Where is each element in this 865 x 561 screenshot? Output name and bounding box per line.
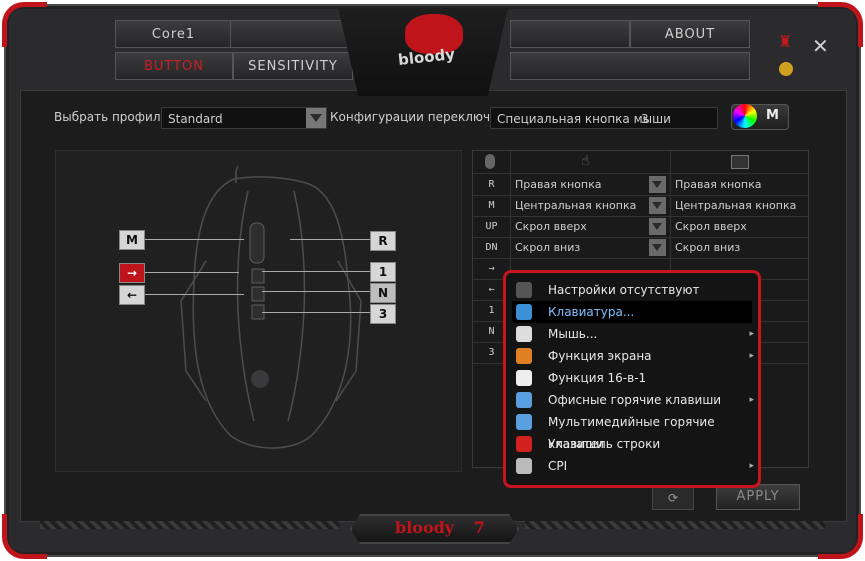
monitor-icon bbox=[731, 155, 749, 169]
joystick-icon[interactable]: ♜ bbox=[778, 32, 792, 51]
key-1[interactable]: 1 bbox=[370, 262, 396, 282]
hand-pointer-icon: ☝ bbox=[581, 153, 590, 169]
menu-item-label: Функция 16-в-1 bbox=[548, 371, 647, 385]
key-m[interactable]: M bbox=[119, 230, 145, 250]
tab-empty bbox=[230, 20, 355, 48]
bulb-icon[interactable] bbox=[779, 62, 793, 76]
switch-config-field: Специальная кнопка мыши 3 bbox=[490, 107, 718, 129]
profile-select[interactable]: Standard bbox=[161, 107, 327, 129]
tab-about[interactable]: About bbox=[630, 20, 750, 48]
table-row[interactable]: M Центральная кнопка Центральная кнопка bbox=[473, 195, 808, 217]
table-row[interactable]: DN Скрол вниз Скрол вниз bbox=[473, 237, 808, 259]
mouse-outline-icon bbox=[180, 165, 362, 449]
tab-button[interactable]: Button bbox=[115, 52, 233, 80]
table-row[interactable]: R Правая кнопка Правая кнопка bbox=[473, 174, 808, 196]
mouse-icon bbox=[516, 326, 532, 342]
multimedia-icon bbox=[516, 414, 532, 430]
leader-line bbox=[290, 239, 370, 240]
leader-line bbox=[144, 294, 244, 295]
menu-item[interactable]: Функция экрана ▸ bbox=[512, 345, 754, 367]
button-code: M bbox=[488, 200, 495, 211]
button-code: DN bbox=[485, 242, 498, 253]
menu-item-label: Настройки отсутствуют bbox=[548, 283, 700, 297]
office-icon bbox=[516, 392, 532, 408]
menu-item-label: Офисные горячие клавиши bbox=[548, 393, 722, 407]
chevron-right-icon: ▸ bbox=[749, 351, 754, 361]
profile-label: Выбрать профиль: bbox=[54, 110, 172, 124]
screen-icon bbox=[516, 348, 532, 364]
chevron-right-icon: ▸ bbox=[749, 395, 754, 405]
hazard-stripe bbox=[40, 521, 340, 529]
chevron-down-icon[interactable] bbox=[649, 197, 666, 214]
mouse-diagram bbox=[55, 150, 462, 472]
leader-line bbox=[144, 272, 239, 273]
assigned-function: Скрол вверх bbox=[515, 220, 587, 233]
tab-core1[interactable]: Core1 bbox=[115, 20, 232, 48]
table-row[interactable]: UP Скрол вверх Скрол вверх bbox=[473, 216, 808, 238]
assigned-function: Скрол вниз bbox=[515, 241, 581, 254]
hand-icon bbox=[516, 370, 532, 386]
context-menu: Настройки отсутствуют Клавиатура... Мышь..… bbox=[503, 270, 761, 488]
menu-item[interactable]: Настройки отсутствуют bbox=[512, 279, 752, 301]
hazard-stripe bbox=[525, 521, 825, 529]
close-icon[interactable]: ✕ bbox=[812, 34, 829, 58]
key-3[interactable]: 3 bbox=[370, 304, 396, 324]
button-code: R bbox=[488, 179, 495, 190]
chevron-down-icon[interactable] bbox=[306, 108, 326, 128]
menu-item[interactable]: CPI ▸ bbox=[512, 455, 754, 477]
tab-empty-right bbox=[510, 20, 630, 48]
menu-item-label: Функция экрана bbox=[548, 349, 652, 363]
color-mode-button[interactable]: M bbox=[731, 104, 789, 130]
assigned-function-alt: Центральная кнопка bbox=[675, 199, 797, 212]
menu-item-label: CPI bbox=[548, 459, 568, 473]
bottom-logo: bloody 7 bbox=[395, 518, 485, 537]
key-forward[interactable]: → bbox=[119, 263, 145, 283]
menu-item-label: Указатель строки bbox=[548, 437, 661, 451]
leader-line bbox=[262, 271, 370, 272]
assigned-function-alt: Правая кнопка bbox=[675, 178, 762, 191]
key-back[interactable]: ← bbox=[119, 285, 145, 305]
tab-empty-right-lower bbox=[510, 52, 750, 80]
chevron-down-icon[interactable] bbox=[649, 218, 666, 235]
none-icon bbox=[516, 282, 532, 298]
assigned-function-alt: Скрол вверх bbox=[675, 220, 747, 233]
pen-icon bbox=[516, 436, 532, 452]
key-r[interactable]: R bbox=[370, 231, 396, 251]
runner-icon bbox=[516, 458, 532, 474]
m-button-label: M bbox=[766, 108, 779, 123]
refresh-button[interactable]: ⟳ bbox=[652, 486, 694, 510]
table-header: ☝ bbox=[473, 151, 808, 467]
assigned-function: Центральная кнопка bbox=[515, 199, 637, 212]
menu-item-label: Клавиатура... bbox=[548, 305, 635, 319]
mouse-icon bbox=[485, 154, 495, 169]
assigned-function: Правая кнопка bbox=[515, 178, 602, 191]
menu-item[interactable]: Мышь... ▸ bbox=[512, 323, 754, 345]
menu-item[interactable]: Функция 16-в-1 bbox=[512, 367, 752, 389]
chevron-down-icon[interactable] bbox=[649, 239, 666, 256]
tab-sensitivity[interactable]: Sensitivity bbox=[233, 52, 353, 80]
leader-line bbox=[262, 291, 370, 292]
menu-item[interactable]: Клавиатура... bbox=[512, 301, 752, 323]
switch-config-number: 3 bbox=[641, 112, 649, 126]
button-code: UP bbox=[485, 221, 498, 232]
assigned-function-alt: Скрол вниз bbox=[675, 241, 741, 254]
frame-corner bbox=[2, 2, 47, 47]
chevron-down-icon[interactable] bbox=[649, 176, 666, 193]
menu-item[interactable]: Офисные горячие клавиши ▸ bbox=[512, 389, 754, 411]
color-wheel-icon bbox=[733, 104, 757, 128]
keyboard-icon bbox=[516, 304, 532, 320]
menu-item[interactable]: Мультимедийные горячие клавиши bbox=[512, 411, 752, 451]
leader-line bbox=[144, 239, 244, 240]
chevron-right-icon: ▸ bbox=[749, 329, 754, 339]
menu-item[interactable]: Указатель строки bbox=[512, 433, 752, 455]
key-n[interactable]: N bbox=[370, 283, 396, 303]
chevron-right-icon: ▸ bbox=[749, 461, 754, 471]
leader-line bbox=[262, 312, 370, 313]
menu-item-label: Мышь... bbox=[548, 327, 598, 341]
